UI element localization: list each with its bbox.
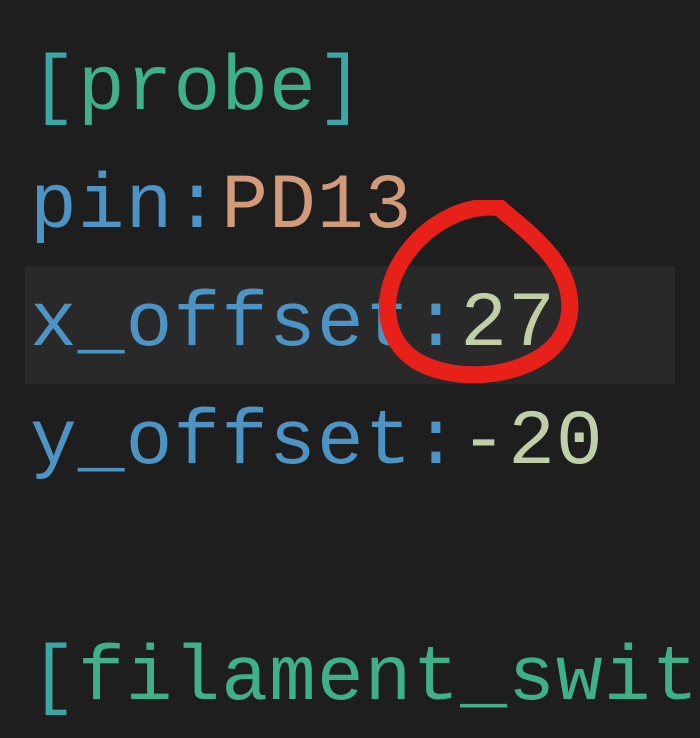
bracket-close: ] (317, 31, 365, 148)
config-value-y-offset: -20 (460, 385, 603, 502)
config-key: x_offset (30, 267, 412, 384)
colon: : (412, 385, 460, 502)
config-value-x-offset: 27 (460, 267, 556, 384)
bracket-open: [ (30, 621, 78, 738)
code-line-x-offset: x_offset:27 (25, 266, 675, 384)
config-key: pin (30, 149, 173, 266)
section-name-partial: filament_swit (78, 621, 700, 738)
colon: : (412, 267, 460, 384)
code-line-next-section: [filament_swit (25, 620, 675, 738)
colon: : (173, 149, 221, 266)
code-line-pin: pin:PD13 (25, 148, 675, 266)
config-value-pin: PD13 (221, 149, 412, 266)
code-line-y-offset: y_offset:-20 (25, 384, 675, 502)
section-name: probe (78, 31, 317, 148)
bracket-open: [ (30, 31, 78, 148)
code-line-section: [probe] (25, 30, 675, 148)
code-line-blank (25, 502, 675, 620)
code-editor[interactable]: [probe] pin:PD13 x_offset:27 y_offset:-2… (0, 0, 700, 738)
config-key: y_offset (30, 385, 412, 502)
